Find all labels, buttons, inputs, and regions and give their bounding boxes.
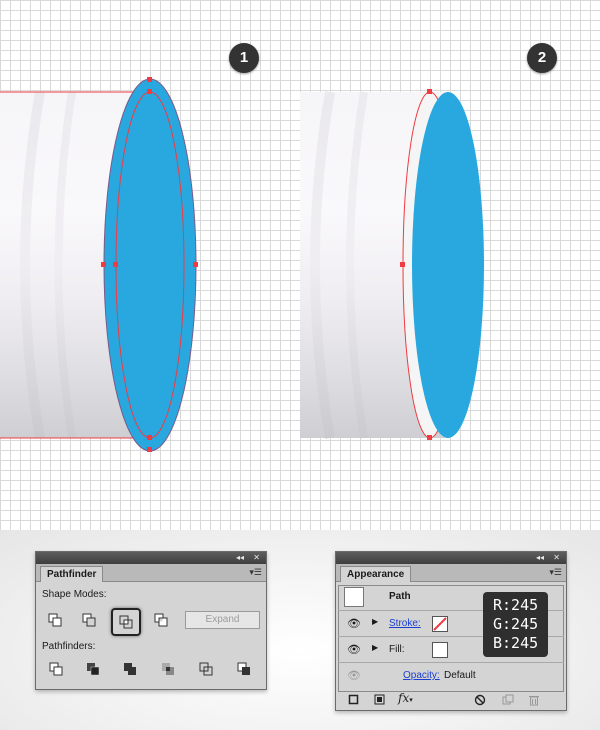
fx-icon[interactable]: fx▾	[398, 691, 413, 705]
anchor-point[interactable]	[101, 262, 106, 267]
artboard-canvas[interactable]: 1 2	[0, 0, 600, 530]
anchor-point[interactable]	[147, 77, 152, 82]
panel-menu-icon[interactable]: ▾☰	[249, 567, 262, 578]
minus-back-icon[interactable]	[237, 662, 251, 676]
red-value: R:245	[493, 596, 539, 614]
add-stroke-icon[interactable]	[348, 694, 360, 706]
step-badge-2: 2	[527, 43, 557, 73]
pathfinder-panel: ◂◂ ✕ Pathfinder ▾☰ Shape Modes: Expand P…	[35, 551, 267, 690]
tab-appearance[interactable]: Appearance	[340, 566, 412, 582]
unite-icon[interactable]	[48, 613, 62, 627]
path-label: Path	[389, 591, 411, 602]
eye-icon[interactable]: 👁	[347, 617, 361, 630]
stroke-label[interactable]: Stroke:	[389, 618, 421, 629]
tab-pathfinder[interactable]: Pathfinder	[40, 566, 104, 582]
opacity-label[interactable]: Opacity:	[403, 670, 440, 681]
trash-icon[interactable]	[528, 694, 540, 706]
outline-icon[interactable]	[199, 662, 213, 676]
intersect-button-highlight[interactable]	[111, 608, 141, 636]
path-thumbnail	[344, 587, 364, 607]
anchor-point[interactable]	[427, 435, 432, 440]
stroke-swatch[interactable]	[432, 616, 448, 632]
expand-triangle-icon[interactable]: ▶	[372, 617, 378, 626]
merge-icon[interactable]	[123, 662, 137, 676]
shape-modes-label: Shape Modes:	[42, 589, 107, 600]
minus-front-icon[interactable]	[82, 613, 96, 627]
anchor-point[interactable]	[427, 89, 432, 94]
anchor-point[interactable]	[147, 435, 152, 440]
panel-menu-icon[interactable]: ▾☰	[549, 567, 562, 578]
collapse-icon[interactable]: ◂◂	[236, 552, 244, 564]
tab-row: Appearance ▾☰	[336, 564, 566, 582]
opacity-row[interactable]: 👁 Opacity: Default	[338, 664, 564, 688]
panel-titlebar[interactable]: ◂◂ ✕	[36, 552, 266, 564]
anchor-point[interactable]	[193, 262, 198, 267]
pathfinders-label: Pathfinders:	[42, 641, 96, 652]
eye-icon[interactable]: 👁	[347, 669, 361, 682]
blue-value: B:245	[493, 634, 539, 652]
fill-label[interactable]: Fill:	[389, 644, 405, 655]
exclude-icon[interactable]	[154, 613, 168, 627]
anchor-point[interactable]	[147, 89, 152, 94]
opacity-value: Default	[444, 670, 476, 681]
duplicate-item-icon[interactable]	[502, 694, 514, 706]
expand-triangle-icon[interactable]: ▶	[372, 643, 378, 652]
add-fill-icon[interactable]	[374, 694, 386, 706]
divide-icon[interactable]	[49, 662, 63, 676]
anchor-point[interactable]	[113, 262, 118, 267]
anchor-point[interactable]	[147, 447, 152, 452]
eye-icon[interactable]: 👁	[347, 643, 361, 656]
clear-appearance-icon[interactable]	[474, 694, 486, 706]
panel-titlebar[interactable]: ◂◂ ✕	[336, 552, 566, 564]
crop-icon[interactable]	[161, 662, 175, 676]
figure-2-cylinder	[300, 89, 484, 440]
illustration	[0, 77, 484, 452]
step-badge-1: 1	[229, 43, 259, 73]
rgb-value-tooltip: R:245 G:245 B:245	[483, 592, 549, 657]
anchor-point[interactable]	[400, 262, 405, 267]
figure-1-cylinder	[0, 77, 198, 452]
intersect-icon	[119, 615, 133, 629]
tab-row: Pathfinder ▾☰	[36, 564, 266, 582]
fill-swatch[interactable]	[432, 642, 448, 658]
close-icon[interactable]: ✕	[553, 552, 560, 564]
expand-button[interactable]: Expand	[185, 611, 260, 629]
trim-icon[interactable]	[86, 662, 100, 676]
collapse-icon[interactable]: ◂◂	[536, 552, 544, 564]
close-icon[interactable]: ✕	[253, 552, 260, 564]
green-value: G:245	[493, 615, 539, 633]
